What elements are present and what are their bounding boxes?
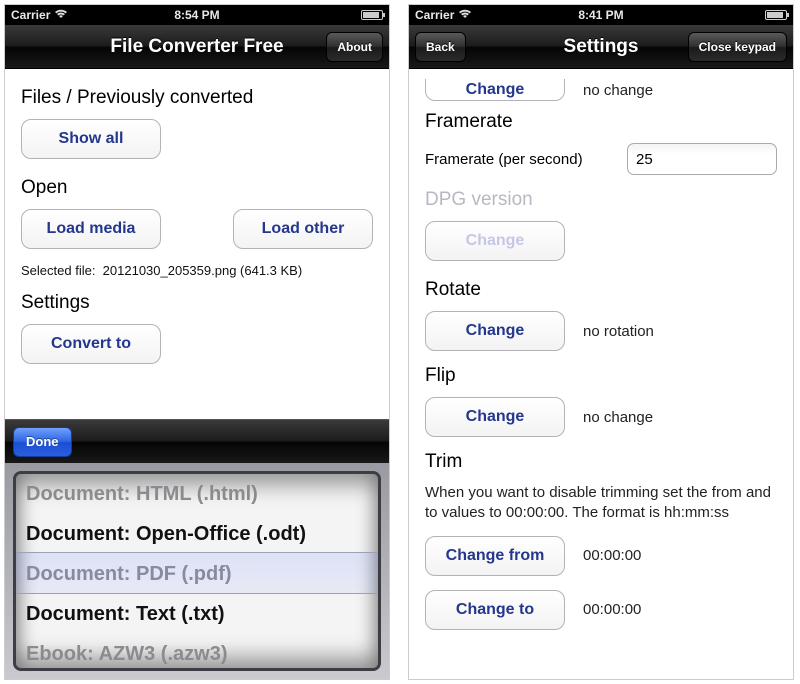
status-bar: Carrier 8:54 PM: [5, 5, 389, 25]
rotate-value: no rotation: [583, 323, 654, 340]
battery-icon: [361, 10, 383, 20]
change-to-button[interactable]: Change to: [425, 590, 565, 630]
nav-bar: Back Settings Close keypad: [409, 25, 793, 69]
rotate-section-label: Rotate: [425, 279, 777, 301]
trim-section-label: Trim: [425, 451, 777, 473]
done-button[interactable]: Done: [13, 427, 72, 457]
framerate-section-label: Framerate: [425, 111, 777, 133]
main-content: Files / Previously converted Show all Op…: [5, 69, 389, 376]
clock-label: 8:54 PM: [5, 8, 389, 22]
open-section-label: Open: [21, 177, 373, 199]
page-title: File Converter Free: [110, 36, 283, 58]
files-section-label: Files / Previously converted: [21, 87, 373, 109]
load-media-button[interactable]: Load media: [21, 209, 161, 249]
picker-item[interactable]: Document: HTML (.html): [16, 474, 378, 514]
nav-bar: File Converter Free About: [5, 25, 389, 69]
flip-change-button[interactable]: Change: [425, 397, 565, 437]
trim-to-value: 00:00:00: [583, 601, 641, 618]
framerate-input[interactable]: [627, 143, 777, 175]
load-other-button[interactable]: Load other: [233, 209, 373, 249]
dpg-change-button[interactable]: Change: [425, 221, 565, 261]
change-from-button[interactable]: Change from: [425, 536, 565, 576]
main-content: Change no change Framerate Framerate (pe…: [409, 69, 793, 630]
page-title: Settings: [564, 36, 639, 58]
back-button[interactable]: Back: [415, 32, 466, 62]
picker: Document: HTML (.html) Document: Open-Of…: [5, 463, 389, 679]
picker-wheel[interactable]: Document: HTML (.html) Document: Open-Of…: [13, 471, 381, 671]
dpg-section-label: DPG version: [425, 189, 777, 211]
flip-section-label: Flip: [425, 365, 777, 387]
status-bar: Carrier 8:41 PM: [409, 5, 793, 25]
show-all-button[interactable]: Show all: [21, 119, 161, 159]
picker-item[interactable]: Document: Open-Office (.odt): [16, 514, 378, 554]
picker-item[interactable]: Document: PDF (.pdf): [16, 554, 378, 594]
picker-toolbar: Done: [5, 419, 389, 463]
selected-file-label: Selected file: 20121030_205359.png (641.…: [21, 263, 373, 278]
clock-label: 8:41 PM: [409, 8, 793, 22]
settings-section-label: Settings: [21, 292, 373, 314]
picker-item[interactable]: Ebook: AZW3 (.azw3): [16, 634, 378, 671]
close-keypad-button[interactable]: Close keypad: [688, 32, 787, 62]
trim-hint: When you want to disable trimming set th…: [425, 483, 777, 524]
value-label: no change: [583, 82, 653, 99]
flip-value: no change: [583, 409, 653, 426]
change-button[interactable]: Change: [425, 79, 565, 101]
about-button[interactable]: About: [326, 32, 383, 62]
trim-from-value: 00:00:00: [583, 547, 641, 564]
phone-left: Carrier 8:54 PM File Converter Free Abou…: [4, 4, 390, 680]
picker-item[interactable]: Document: Text (.txt): [16, 594, 378, 634]
rotate-change-button[interactable]: Change: [425, 311, 565, 351]
framerate-field-label: Framerate (per second): [425, 151, 583, 168]
battery-icon: [765, 10, 787, 20]
convert-to-button[interactable]: Convert to: [21, 324, 161, 364]
phone-right: Carrier 8:41 PM Back Settings Close keyp…: [408, 4, 794, 680]
